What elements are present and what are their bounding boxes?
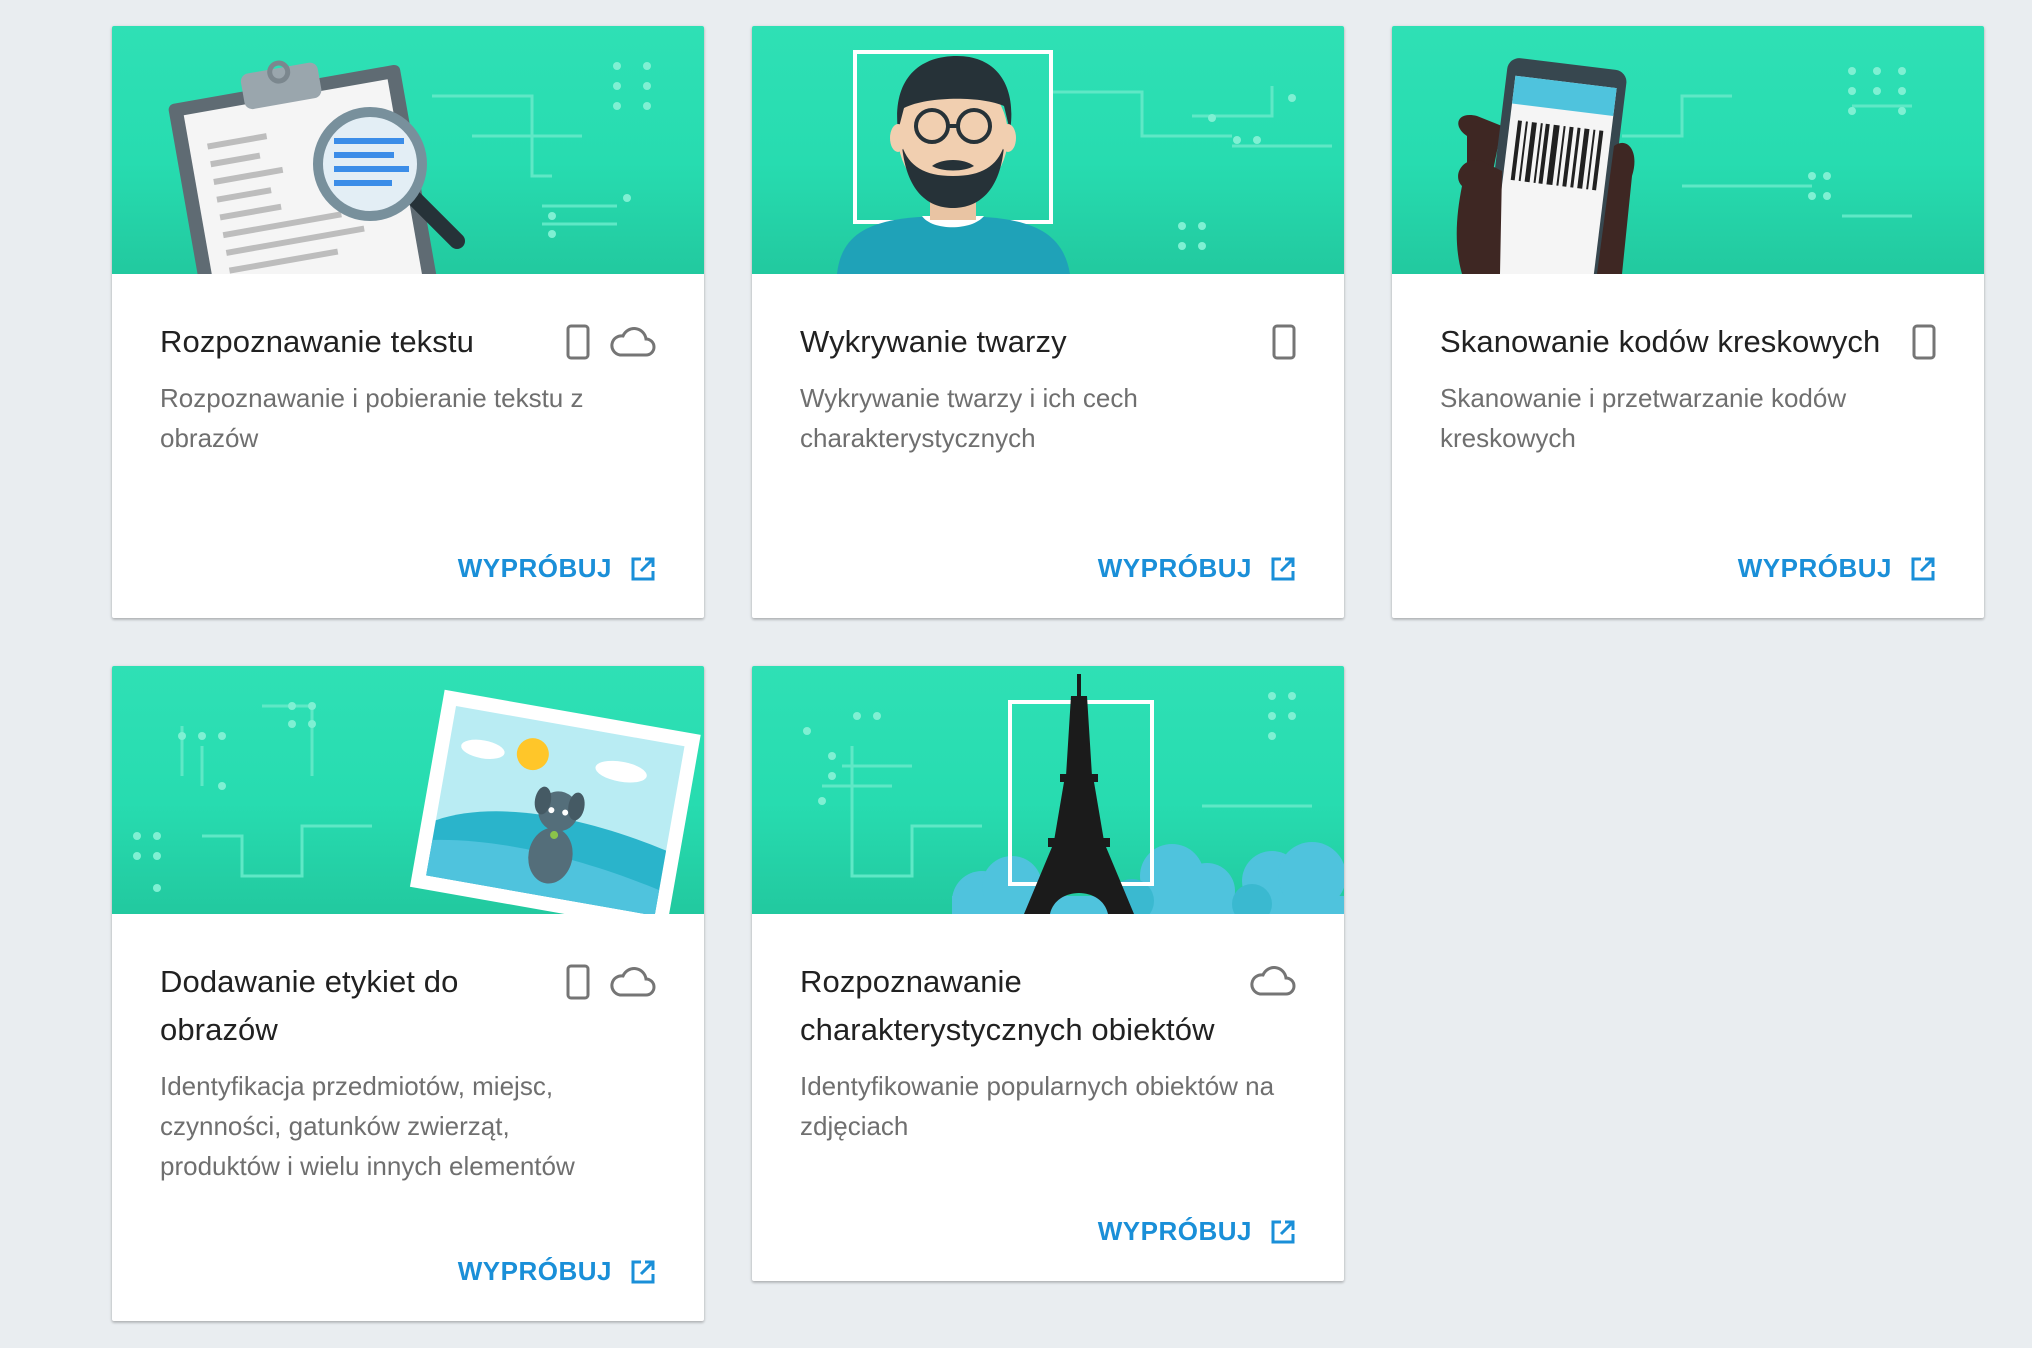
- open-external-icon: [630, 556, 656, 582]
- card-banner: [752, 26, 1344, 274]
- try-link[interactable]: WYPRÓBUJ: [458, 553, 656, 584]
- availability-icons: [1912, 318, 1936, 360]
- card-barcode-scanning: Skanowanie kodów kreskowych Skanowanie i…: [1392, 26, 1984, 618]
- dog-photo-illustration: [133, 689, 701, 914]
- card-title: Dodawanie etykiet do obrazów: [160, 964, 459, 1047]
- try-label: WYPRÓBUJ: [457, 1256, 612, 1286]
- open-external-icon: [1270, 1219, 1296, 1245]
- card-body: Skanowanie kodów kreskowych Skanowanie i…: [1392, 274, 1984, 458]
- try-label: WYPRÓBUJ: [1737, 553, 1892, 583]
- card-banner: [112, 666, 704, 914]
- try-link[interactable]: WYPRÓBUJ: [1738, 553, 1936, 584]
- try-link[interactable]: WYPRÓBUJ: [1098, 1216, 1296, 1247]
- card-body: Rozpoznawanie charakterystycznych obiekt…: [752, 914, 1344, 1146]
- card-banner: [1392, 26, 1984, 274]
- card-image-labeling: Dodawanie etykiet do obrazów Identyfikac…: [112, 666, 704, 1321]
- card-description: Wykrywanie twarzy i ich cech charakterys…: [800, 383, 1138, 453]
- card-banner: [112, 26, 704, 274]
- try-label: WYPRÓBUJ: [457, 553, 612, 583]
- cloud-icon: [1248, 964, 1296, 998]
- cloud-icon: [608, 325, 656, 359]
- card-face-detection: Wykrywanie twarzy Wykrywanie twarzy i ic…: [752, 26, 1344, 618]
- cloud-icon: [608, 965, 656, 999]
- open-external-icon: [630, 1259, 656, 1285]
- open-external-icon: [1910, 556, 1936, 582]
- phone-icon: [1272, 324, 1296, 360]
- card-title: Rozpoznawanie charakterystycznych obiekt…: [800, 964, 1215, 1047]
- try-link[interactable]: WYPRÓBUJ: [1098, 553, 1296, 584]
- card-title: Wykrywanie twarzy: [800, 324, 1067, 359]
- card-body: Wykrywanie twarzy Wykrywanie twarzy i ic…: [752, 274, 1344, 458]
- card-body: Rozpoznawanie tekstu Rozpoznawanie i pob…: [112, 274, 704, 458]
- card-body: Dodawanie etykiet do obrazów Identyfikac…: [112, 914, 704, 1186]
- try-link[interactable]: WYPRÓBUJ: [458, 1256, 656, 1287]
- availability-icons: [1272, 318, 1296, 360]
- card-title: Skanowanie kodów kreskowych: [1440, 324, 1881, 359]
- face-detection-illustration: [837, 50, 1332, 274]
- card-description: Identyfikowanie popularnych obiektów na …: [800, 1071, 1275, 1141]
- barcode-phone-illustration: [1456, 58, 1912, 274]
- card-description: Skanowanie i przetwarzanie kodów kreskow…: [1440, 383, 1847, 453]
- card-banner: [752, 666, 1344, 914]
- availability-icons: [566, 318, 656, 360]
- availability-icons: [1248, 958, 1296, 998]
- card-landmark-recognition: Rozpoznawanie charakterystycznych obiekt…: [752, 666, 1344, 1281]
- eiffel-tower-illustration: [803, 674, 1344, 914]
- card-description: Identyfikacja przedmiotów, miejsc, czynn…: [160, 1071, 575, 1181]
- clipboard-magnifier-illustration: [168, 60, 651, 274]
- card-text-recognition: Rozpoznawanie tekstu Rozpoznawanie i pob…: [112, 26, 704, 618]
- try-label: WYPRÓBUJ: [1097, 553, 1252, 583]
- card-title: Rozpoznawanie tekstu: [160, 324, 474, 359]
- try-label: WYPRÓBUJ: [1097, 1216, 1252, 1246]
- feature-cards-grid: Rozpoznawanie tekstu Rozpoznawanie i pob…: [0, 0, 2032, 1348]
- phone-icon: [566, 324, 590, 360]
- card-description: Rozpoznawanie i pobieranie tekstu z obra…: [160, 383, 584, 453]
- phone-icon: [1912, 324, 1936, 360]
- phone-icon: [566, 964, 590, 1000]
- availability-icons: [566, 958, 656, 1000]
- open-external-icon: [1270, 556, 1296, 582]
